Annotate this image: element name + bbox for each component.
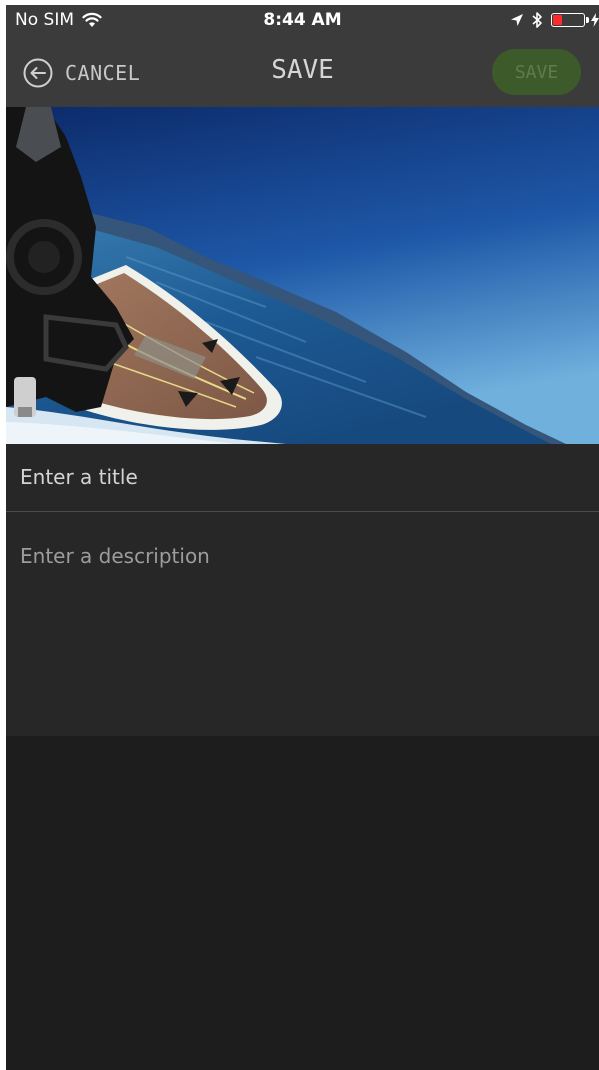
battery-level (553, 15, 563, 25)
empty-area (6, 736, 599, 1070)
phone-screen: No SIM 8:44 AM CANCEL SAVE SAVE Enter a … (6, 5, 599, 1070)
charging-bolt-icon (591, 13, 599, 27)
battery-nub (586, 17, 589, 23)
status-bar: No SIM 8:44 AM (6, 5, 599, 39)
location-arrow-icon (511, 14, 523, 26)
status-right (510, 11, 599, 29)
bluetooth-icon (532, 12, 542, 28)
media-image (6, 107, 599, 444)
description-input[interactable] (20, 542, 585, 726)
nav-bar: CANCEL SAVE SAVE (6, 39, 599, 107)
battery-icon (551, 13, 585, 27)
save-button[interactable]: SAVE (492, 49, 581, 95)
title-field (6, 444, 599, 512)
description-field (6, 512, 599, 736)
title-input[interactable] (20, 460, 585, 494)
